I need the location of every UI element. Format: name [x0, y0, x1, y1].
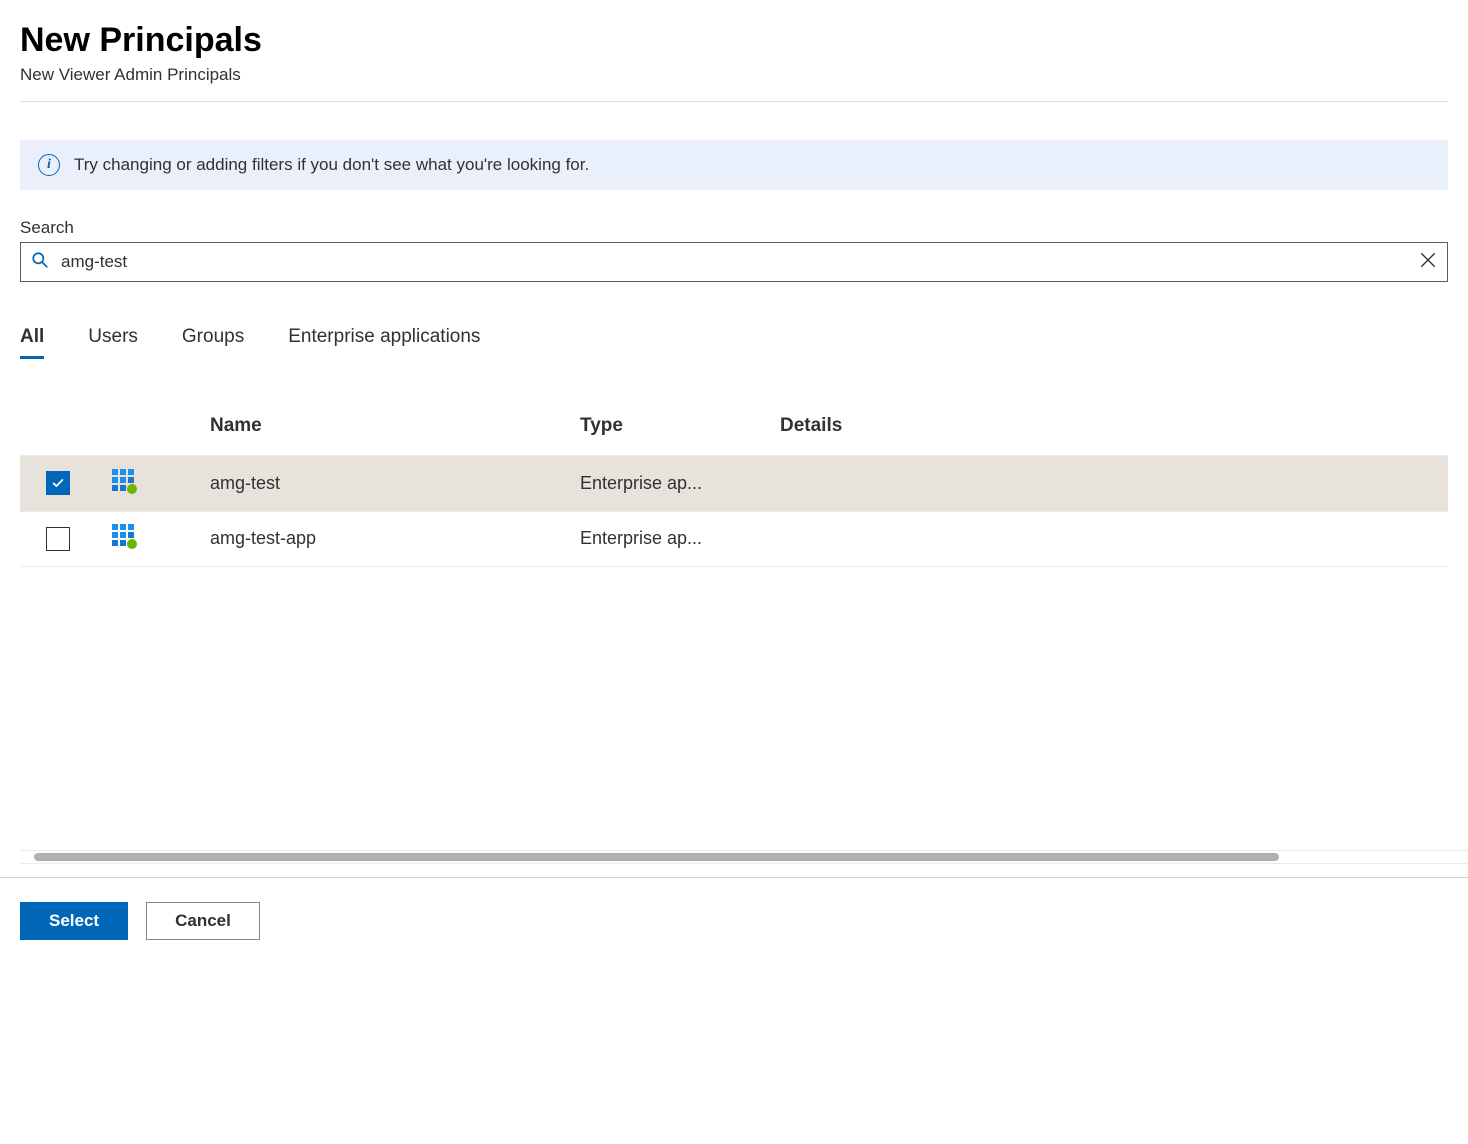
select-button[interactable]: Select [20, 902, 128, 940]
tab-enterprise-applications[interactable]: Enterprise applications [288, 326, 480, 359]
column-name[interactable]: Name [210, 415, 580, 437]
horizontal-scrollbar[interactable] [20, 850, 1468, 864]
search-section: Search [20, 218, 1448, 282]
footer-actions: Select Cancel [0, 877, 1468, 964]
clear-icon[interactable] [1419, 251, 1437, 272]
row-checkbox[interactable] [46, 527, 70, 551]
search-input[interactable] [49, 252, 1419, 272]
info-icon: i [38, 154, 60, 176]
table-row[interactable]: amg-test-app Enterprise ap... [20, 511, 1448, 567]
enterprise-app-icon [110, 522, 138, 550]
column-type[interactable]: Type [580, 415, 780, 437]
info-banner: i Try changing or adding filters if you … [20, 140, 1448, 190]
tab-groups[interactable]: Groups [182, 326, 244, 359]
search-icon [31, 251, 49, 272]
panel-header: New Principals New Viewer Admin Principa… [0, 0, 1468, 114]
page-subtitle: New Viewer Admin Principals [20, 65, 1448, 85]
scrollbar-thumb[interactable] [34, 853, 1279, 861]
row-name: amg-test-app [210, 528, 580, 549]
page-title: New Principals [20, 20, 1448, 61]
row-name: amg-test [210, 473, 580, 494]
tab-users[interactable]: Users [88, 326, 138, 359]
filter-tabs: All Users Groups Enterprise applications [20, 326, 1448, 359]
row-type: Enterprise ap... [580, 528, 780, 549]
column-details[interactable]: Details [780, 415, 1448, 437]
results-table: Name Type Details [20, 403, 1448, 567]
info-banner-text: Try changing or adding filters if you do… [74, 155, 589, 175]
tab-all[interactable]: All [20, 326, 44, 359]
search-label: Search [20, 218, 1448, 238]
row-checkbox[interactable] [46, 471, 70, 495]
table-header: Name Type Details [20, 403, 1448, 455]
row-type: Enterprise ap... [580, 473, 780, 494]
cancel-button[interactable]: Cancel [146, 902, 260, 940]
search-input-wrapper[interactable] [20, 242, 1448, 282]
header-divider [20, 101, 1448, 102]
enterprise-app-icon [110, 467, 138, 495]
table-row[interactable]: amg-test Enterprise ap... [20, 455, 1448, 511]
